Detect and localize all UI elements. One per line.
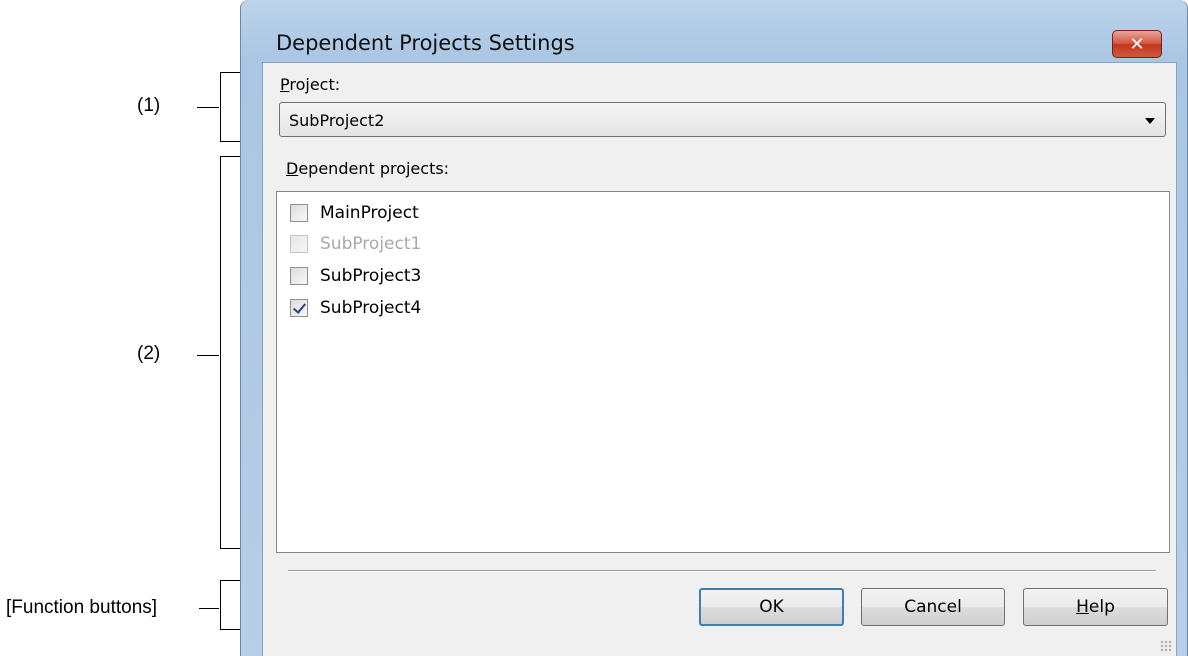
- annotation-bracket-function-buttons: [220, 580, 221, 630]
- button-separator: [288, 570, 1156, 572]
- annotation-bracket-1: [220, 72, 221, 142]
- resize-grip-icon[interactable]: [1160, 640, 1172, 652]
- list-item-label: MainProject: [320, 203, 419, 223]
- annotation-leader-2: [197, 355, 219, 356]
- annotation-label-function-buttons: [Function buttons]: [6, 597, 158, 618]
- dialog-title: Dependent Projects Settings: [276, 31, 575, 55]
- list-item-mainproject[interactable]: MainProject: [290, 202, 419, 224]
- title-bar[interactable]: Dependent Projects Settings ✕: [241, 0, 1187, 62]
- checkbox-subproject4[interactable]: [290, 299, 308, 317]
- annotation-label-2: (2): [137, 343, 161, 364]
- annotation-label-1: (1): [137, 95, 161, 116]
- annotation-bracket-1-top: [220, 72, 240, 73]
- list-item-subproject1: SubProject1: [290, 233, 421, 255]
- annotation-leader-function-buttons: [199, 608, 219, 609]
- annotation-bracket-2-bottom: [220, 548, 240, 549]
- list-item-label: SubProject4: [320, 298, 422, 318]
- annotation-bracket-2: [220, 156, 221, 549]
- annotation-bracket-function-buttons-bottom: [220, 629, 240, 630]
- close-button[interactable]: ✕: [1112, 30, 1162, 58]
- list-item-subproject3[interactable]: SubProject3: [290, 265, 421, 287]
- checkbox-subproject1: [290, 235, 308, 253]
- annotation-bracket-1-bottom: [220, 141, 240, 142]
- checkbox-subproject3[interactable]: [290, 267, 308, 285]
- dialog-client-area: Project: SubProject2 Dependent projects:…: [262, 62, 1177, 656]
- dependent-projects-list[interactable]: MainProject SubProject1 SubProject3 SubP…: [276, 191, 1170, 553]
- project-dropdown-value: SubProject2: [289, 111, 385, 130]
- close-icon: ✕: [1129, 33, 1145, 55]
- annotation-bracket-2-top: [220, 156, 240, 157]
- annotation-bracket-function-buttons-top: [220, 580, 240, 581]
- checkbox-mainproject[interactable]: [290, 204, 308, 222]
- list-item-subproject4[interactable]: SubProject4: [290, 297, 421, 319]
- help-button[interactable]: Help: [1023, 588, 1168, 626]
- list-item-label: SubProject3: [320, 266, 422, 286]
- ok-button[interactable]: OK: [699, 588, 844, 626]
- project-dropdown[interactable]: SubProject2: [279, 102, 1166, 137]
- chevron-down-icon[interactable]: [1145, 118, 1155, 124]
- dependent-projects-label: Dependent projects:: [286, 159, 450, 178]
- cancel-button[interactable]: Cancel: [861, 588, 1005, 626]
- list-item-label: SubProject1: [320, 234, 422, 254]
- project-label: Project:: [280, 75, 341, 94]
- dependent-projects-dialog: Dependent Projects Settings ✕ Project: S…: [240, 0, 1188, 656]
- annotation-leader-1: [197, 107, 219, 108]
